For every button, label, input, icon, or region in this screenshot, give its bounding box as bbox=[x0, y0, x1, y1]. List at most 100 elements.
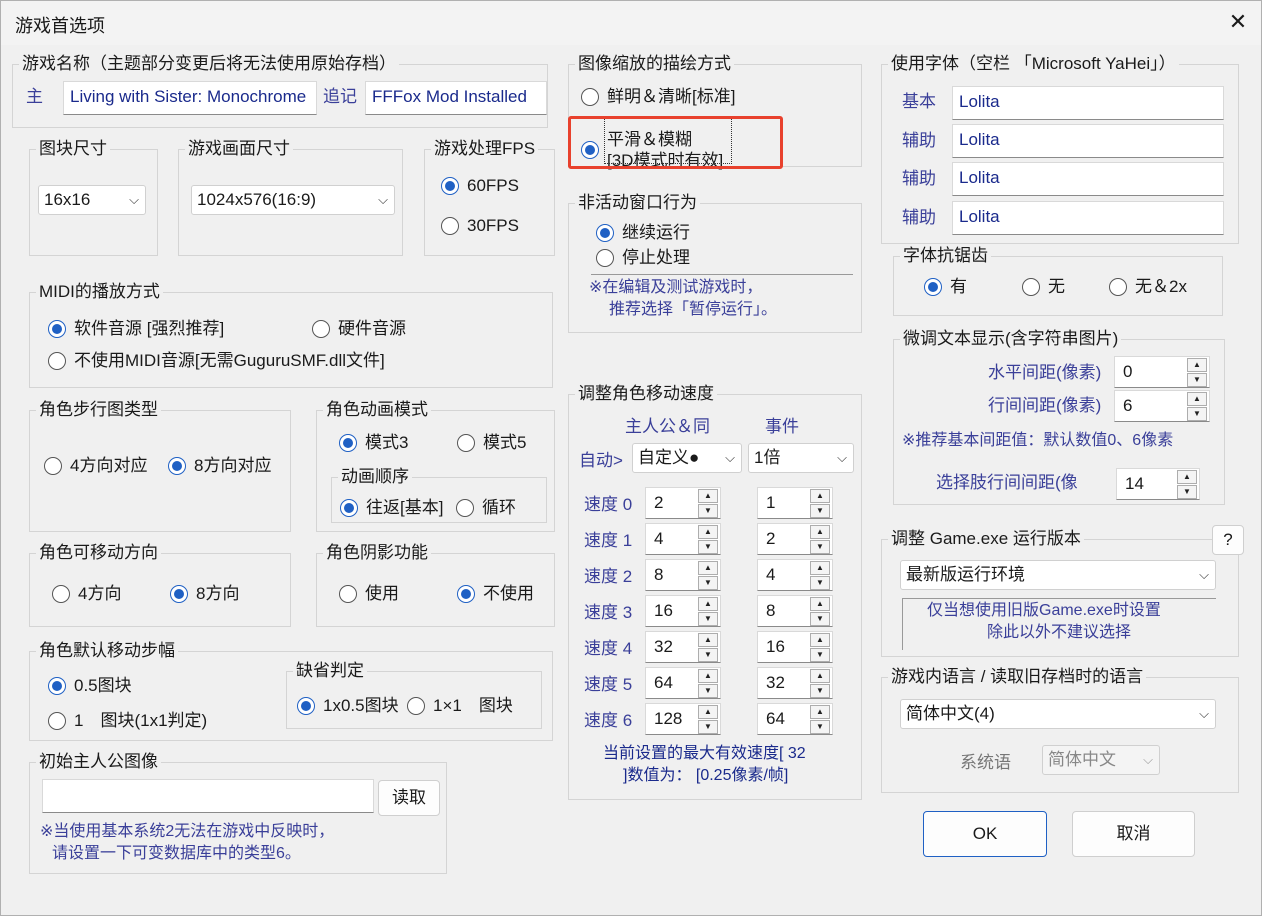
midi-software-radio[interactable]: 软件音源 [强烈推荐] bbox=[48, 317, 224, 341]
speed-multiplier-select[interactable]: 1倍 ⌵ bbox=[748, 443, 854, 473]
system-language-select[interactable]: 简体中文 ⌵ bbox=[1042, 745, 1160, 775]
spin-up-icon[interactable]: ▲ bbox=[1187, 392, 1207, 406]
spin-down-icon[interactable]: ▼ bbox=[810, 504, 830, 518]
hero-speed-4-spinner[interactable]: 32 ▲ ▼ bbox=[645, 631, 721, 663]
spin-up-icon[interactable]: ▲ bbox=[810, 669, 830, 683]
spin-up-icon[interactable]: ▲ bbox=[698, 597, 718, 611]
spin-down-icon[interactable]: ▼ bbox=[1187, 373, 1207, 387]
spin-up-icon[interactable]: ▲ bbox=[810, 705, 830, 719]
event-speed-1-value: 2 bbox=[766, 529, 776, 548]
load-button[interactable]: 读取 bbox=[378, 780, 440, 816]
font-aux3-input[interactable]: Lolita bbox=[952, 201, 1224, 235]
ok-button[interactable]: OK bbox=[923, 811, 1047, 857]
tile-size-select[interactable]: 16x16 ⌵ bbox=[38, 185, 146, 215]
radio-selected-icon bbox=[168, 457, 186, 475]
spin-up-icon[interactable]: ▲ bbox=[1177, 470, 1197, 484]
spin-up-icon[interactable]: ▲ bbox=[810, 597, 830, 611]
font-aux2-input[interactable]: Lolita bbox=[952, 162, 1224, 196]
shadow-on-radio[interactable]: 使用 bbox=[339, 582, 399, 606]
spin-down-icon[interactable]: ▼ bbox=[698, 576, 718, 590]
main-title-input[interactable]: Living with Sister: Monochrome bbox=[63, 81, 317, 115]
help-button[interactable]: ? bbox=[1212, 525, 1244, 555]
hero-speed-1-spinner[interactable]: 4 ▲ ▼ bbox=[645, 523, 721, 555]
anim-order-pingpong-radio[interactable]: 往返[基本] bbox=[340, 496, 443, 520]
spin-up-icon[interactable]: ▲ bbox=[810, 561, 830, 575]
spin-down-icon[interactable]: ▼ bbox=[698, 540, 718, 554]
event-speed-6-spinner[interactable]: 64 ▲ ▼ bbox=[757, 703, 833, 735]
event-speed-0-spinner[interactable]: 1 ▲ ▼ bbox=[757, 487, 833, 519]
event-speed-2-spinner[interactable]: 4 ▲ ▼ bbox=[757, 559, 833, 591]
spin-up-icon[interactable]: ▲ bbox=[698, 489, 718, 503]
spin-down-icon[interactable]: ▼ bbox=[1187, 407, 1207, 421]
walk-8dir-label: 8方向对应 bbox=[194, 456, 272, 475]
spin-down-icon[interactable]: ▼ bbox=[810, 684, 830, 698]
spin-down-icon[interactable]: ▼ bbox=[698, 648, 718, 662]
event-speed-1-spinner[interactable]: 2 ▲ ▼ bbox=[757, 523, 833, 555]
spin-up-icon[interactable]: ▲ bbox=[1187, 358, 1207, 372]
h-spacing-spinner[interactable]: 0 ▲ ▼ bbox=[1114, 356, 1210, 388]
close-icon[interactable]: ✕ bbox=[1223, 7, 1253, 37]
spin-down-icon[interactable]: ▼ bbox=[698, 684, 718, 698]
midi-hardware-radio[interactable]: 硬件音源 bbox=[312, 317, 406, 341]
continue-running-radio[interactable]: 继续运行 bbox=[596, 221, 690, 245]
subtitle-input[interactable]: FFFox Mod Installed bbox=[365, 81, 547, 115]
spin-down-icon[interactable]: ▼ bbox=[698, 720, 718, 734]
event-speed-5-spinner[interactable]: 32 ▲ ▼ bbox=[757, 667, 833, 699]
antialias-2x-radio[interactable]: 无＆2x bbox=[1109, 275, 1187, 299]
step-half-radio[interactable]: 0.5图块 bbox=[48, 674, 132, 698]
auto-speed-select[interactable]: 自定义● ⌵ bbox=[632, 443, 742, 473]
radio-selected-icon bbox=[170, 585, 188, 603]
shadow-off-radio[interactable]: 不使用 bbox=[457, 582, 534, 606]
anim-mode5-radio[interactable]: 模式5 bbox=[457, 431, 526, 455]
event-speed-4-spinner[interactable]: 16 ▲ ▼ bbox=[757, 631, 833, 663]
language-select[interactable]: 简体中文(4) ⌵ bbox=[900, 699, 1216, 729]
fps-30-radio[interactable]: 30FPS bbox=[441, 214, 519, 238]
spin-up-icon[interactable]: ▲ bbox=[698, 705, 718, 719]
antialias-off-radio[interactable]: 无 bbox=[1022, 275, 1065, 299]
stop-processing-radio[interactable]: 停止处理 bbox=[596, 246, 690, 270]
anim-order-loop-radio[interactable]: 循环 bbox=[456, 496, 516, 520]
spin-down-icon[interactable]: ▼ bbox=[810, 540, 830, 554]
hero-speed-2-spinner[interactable]: 8 ▲ ▼ bbox=[645, 559, 721, 591]
spin-down-icon[interactable]: ▼ bbox=[810, 576, 830, 590]
hero-speed-5-spinner[interactable]: 64 ▲ ▼ bbox=[645, 667, 721, 699]
cancel-button[interactable]: 取消 bbox=[1072, 811, 1195, 857]
direction-4-radio[interactable]: 4方向 bbox=[52, 582, 121, 606]
v-spacing-spinner[interactable]: 6 ▲ ▼ bbox=[1114, 390, 1210, 422]
spin-up-icon[interactable]: ▲ bbox=[698, 633, 718, 647]
midi-none-radio[interactable]: 不使用MIDI音源[无需GuguruSMF.dll文件] bbox=[48, 349, 385, 373]
step-full-radio[interactable]: 1 图块(1x1判定) bbox=[48, 709, 207, 733]
spin-down-icon[interactable]: ▼ bbox=[698, 504, 718, 518]
walk-8dir-radio[interactable]: 8方向对应 bbox=[168, 454, 271, 478]
font-basic-input[interactable]: Lolita bbox=[952, 86, 1224, 120]
exe-version-select[interactable]: 最新版运行环境 ⌵ bbox=[900, 560, 1216, 590]
spin-down-icon[interactable]: ▼ bbox=[810, 612, 830, 626]
spin-down-icon[interactable]: ▼ bbox=[810, 648, 830, 662]
walk-4dir-radio[interactable]: 4方向对应 bbox=[44, 454, 147, 478]
spin-up-icon[interactable]: ▲ bbox=[810, 525, 830, 539]
hero-speed-0-spinner[interactable]: 2 ▲ ▼ bbox=[645, 487, 721, 519]
hero-image-input[interactable] bbox=[42, 779, 374, 813]
choice-spacing-spinner[interactable]: 14 ▲ ▼ bbox=[1116, 468, 1200, 500]
hit-half-radio[interactable]: 1x0.5图块 bbox=[297, 694, 399, 718]
antialias-on-radio[interactable]: 有 bbox=[924, 275, 967, 299]
spin-up-icon[interactable]: ▲ bbox=[698, 525, 718, 539]
spin-up-icon[interactable]: ▲ bbox=[810, 633, 830, 647]
spin-down-icon[interactable]: ▼ bbox=[1177, 485, 1197, 499]
fps-60-radio[interactable]: 60FPS bbox=[441, 174, 519, 198]
hero-speed-3-spinner[interactable]: 16 ▲ ▼ bbox=[645, 595, 721, 627]
event-speed-3-spinner[interactable]: 8 ▲ ▼ bbox=[757, 595, 833, 627]
hit-full-radio[interactable]: 1×1 图块 bbox=[407, 694, 513, 718]
scaling-sharp-radio[interactable]: 鲜明＆清晰[标准] bbox=[581, 85, 735, 109]
screen-size-select[interactable]: 1024x576(16:9) ⌵ bbox=[191, 185, 395, 215]
spin-down-icon[interactable]: ▼ bbox=[810, 720, 830, 734]
scaling-label: 图像缩放的描绘方式 bbox=[575, 52, 734, 76]
direction-8-radio[interactable]: 8方向 bbox=[170, 582, 239, 606]
spin-up-icon[interactable]: ▲ bbox=[698, 669, 718, 683]
hero-speed-6-spinner[interactable]: 128 ▲ ▼ bbox=[645, 703, 721, 735]
anim-mode3-radio[interactable]: 模式3 bbox=[339, 431, 408, 455]
spin-down-icon[interactable]: ▼ bbox=[698, 612, 718, 626]
spin-up-icon[interactable]: ▲ bbox=[698, 561, 718, 575]
font-aux1-input[interactable]: Lolita bbox=[952, 124, 1224, 158]
spin-up-icon[interactable]: ▲ bbox=[810, 489, 830, 503]
